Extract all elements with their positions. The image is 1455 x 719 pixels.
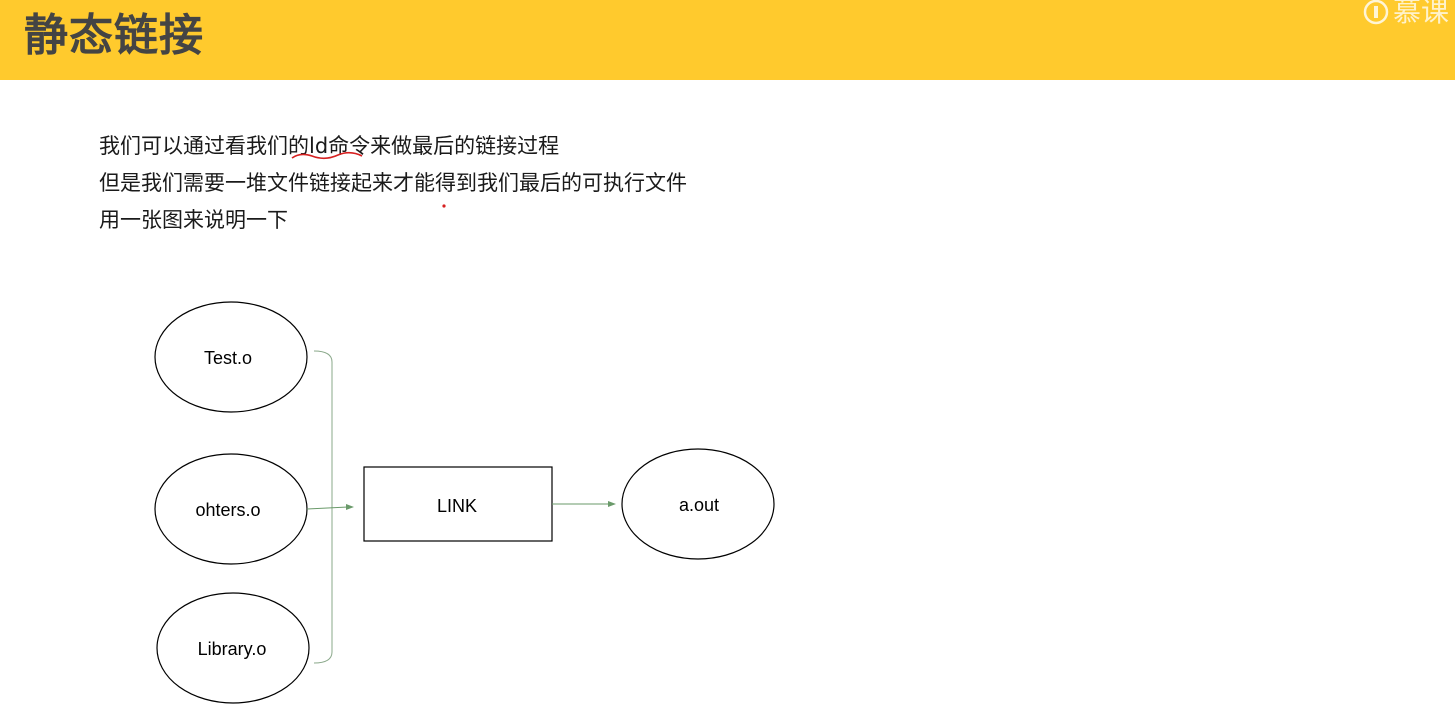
- input-node-others: ohters.o: [154, 453, 308, 565]
- arrow-to-output: [552, 501, 616, 507]
- input-bracket: [313, 350, 333, 664]
- annotation-underline: [291, 151, 363, 160]
- arrow-to-link: [306, 504, 354, 510]
- input-node-label: Test.o: [204, 348, 252, 368]
- annotation-dot: [442, 204, 446, 208]
- link-process-box: LINK: [363, 466, 553, 542]
- link-diagram: Test.o ohters.o Library.o LINK a.out: [154, 151, 775, 704]
- input-node-label: ohters.o: [195, 500, 260, 520]
- input-node-label: Library.o: [198, 639, 267, 659]
- input-node-library: Library.o: [156, 592, 310, 704]
- output-node: a.out: [621, 448, 775, 560]
- link-label: LINK: [437, 496, 477, 516]
- input-node-test: Test.o: [154, 301, 308, 413]
- output-label: a.out: [679, 495, 719, 515]
- slide: 静态链接 慕课 我们可以通过看我们的ld命令来做最后的链接过程 但是我们需要一堆…: [0, 0, 1455, 719]
